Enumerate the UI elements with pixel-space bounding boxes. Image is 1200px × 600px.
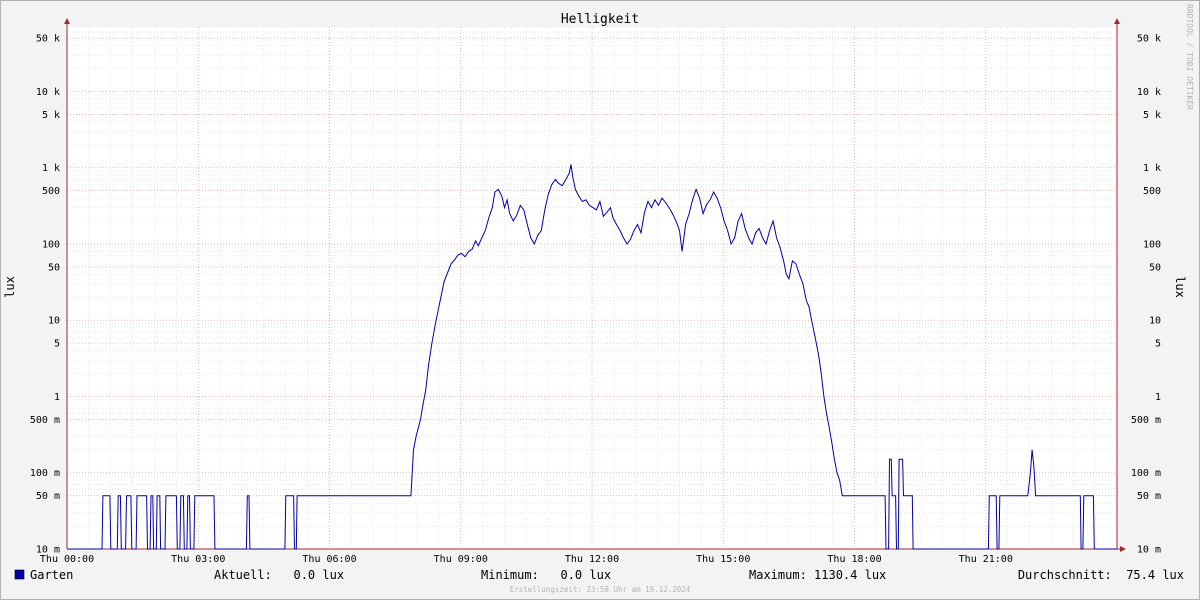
legend-series-name: Garten	[30, 568, 73, 582]
y-tick-label-left: 100	[42, 239, 60, 250]
y-axis-arrow-right	[1114, 18, 1120, 24]
y-tick-label-left: 100 m	[30, 468, 60, 479]
y-tick-label-right: 5 k	[1143, 110, 1161, 121]
x-tick-label: Thu 21:00	[959, 554, 1013, 565]
y-tick-label-right: 1	[1155, 392, 1161, 403]
y-tick-label-right: 10 k	[1137, 87, 1161, 98]
y-axis-label-right: lux	[1173, 276, 1187, 298]
y-tick-label-right: 500 m	[1131, 415, 1161, 426]
y-tick-label-right: 500	[1143, 186, 1161, 197]
x-axis-arrow	[1120, 546, 1126, 552]
y-tick-label-right: 100	[1143, 239, 1161, 250]
y-axis-label-left: lux	[3, 276, 17, 298]
y-tick-label-left: 500 m	[30, 415, 60, 426]
y-tick-label-left: 5 k	[42, 110, 60, 121]
y-tick-label-left: 5	[54, 339, 60, 350]
x-tick-label: Thu 00:00	[40, 554, 94, 565]
y-tick-label-left: 1	[54, 392, 60, 403]
brightness-chart: 50 k 10 k 5 k 1 k 500 100 50 10 5 1 500 m 100 m 50 m…	[3, 4, 1194, 594]
y-tick-label-left: 10	[48, 316, 60, 327]
y-tick-labels-right: 50 k 10 k 5 k 1 k 500 100 50 10 5 1 500 m 100 m 50 m…	[1131, 34, 1161, 556]
x-tick-label: Thu 06:00	[302, 554, 356, 565]
x-tick-label: Thu 03:00	[171, 554, 225, 565]
x-tick-label: Thu 15:00	[696, 554, 750, 565]
y-tick-label-right: 50	[1149, 262, 1161, 273]
legend-minimum: Minimum: 0.0 lux	[481, 568, 611, 582]
y-tick-label-right: 50 k	[1137, 34, 1161, 45]
x-tick-label: Thu 18:00	[827, 554, 881, 565]
y-tick-label-right: 1 k	[1143, 163, 1161, 174]
y-tick-label-right: 10	[1149, 316, 1161, 327]
y-tick-label-right: 10 m	[1137, 545, 1161, 556]
x-tick-label: Thu 12:00	[565, 554, 619, 565]
y-axis-arrow-left	[64, 18, 70, 24]
chart-title: Helligkeit	[561, 12, 639, 27]
y-tick-labels-left: 50 k 10 k 5 k 1 k 500 100 50 10 5 1 500 m 100 m 50 m…	[30, 34, 60, 556]
y-tick-label-right: 100 m	[1131, 468, 1161, 479]
rrdtool-watermark: RRDTOOL / TOBI OETIKER	[1185, 4, 1194, 110]
y-tick-label-left: 50 k	[36, 34, 60, 45]
legend-swatch-garten	[14, 569, 25, 580]
y-tick-label-right: 5	[1155, 339, 1161, 350]
y-tick-label-left: 500	[42, 186, 60, 197]
legend-average: Durchschnitt: 75.4 lux	[1018, 568, 1184, 582]
legend-current: Aktuell: 0.0 lux	[214, 568, 344, 582]
x-tick-label: Thu 09:00	[434, 554, 488, 565]
y-tick-label-left: 50 m	[36, 491, 60, 502]
creation-time-footer: Erstellungszeit: 23:58 Uhr am 19.12.2024	[510, 585, 691, 594]
y-tick-label-left: 1 k	[42, 163, 60, 174]
x-tick-labels: Thu 00:00 Thu 03:00 Thu 06:00 Thu 09:00 Thu …	[40, 554, 1013, 565]
y-tick-label-left: 50	[48, 262, 60, 273]
legend-maximum: Maximum: 1130.4 lux	[749, 568, 886, 582]
y-tick-label-left: 10 k	[36, 87, 60, 98]
y-tick-label-right: 50 m	[1137, 491, 1161, 502]
